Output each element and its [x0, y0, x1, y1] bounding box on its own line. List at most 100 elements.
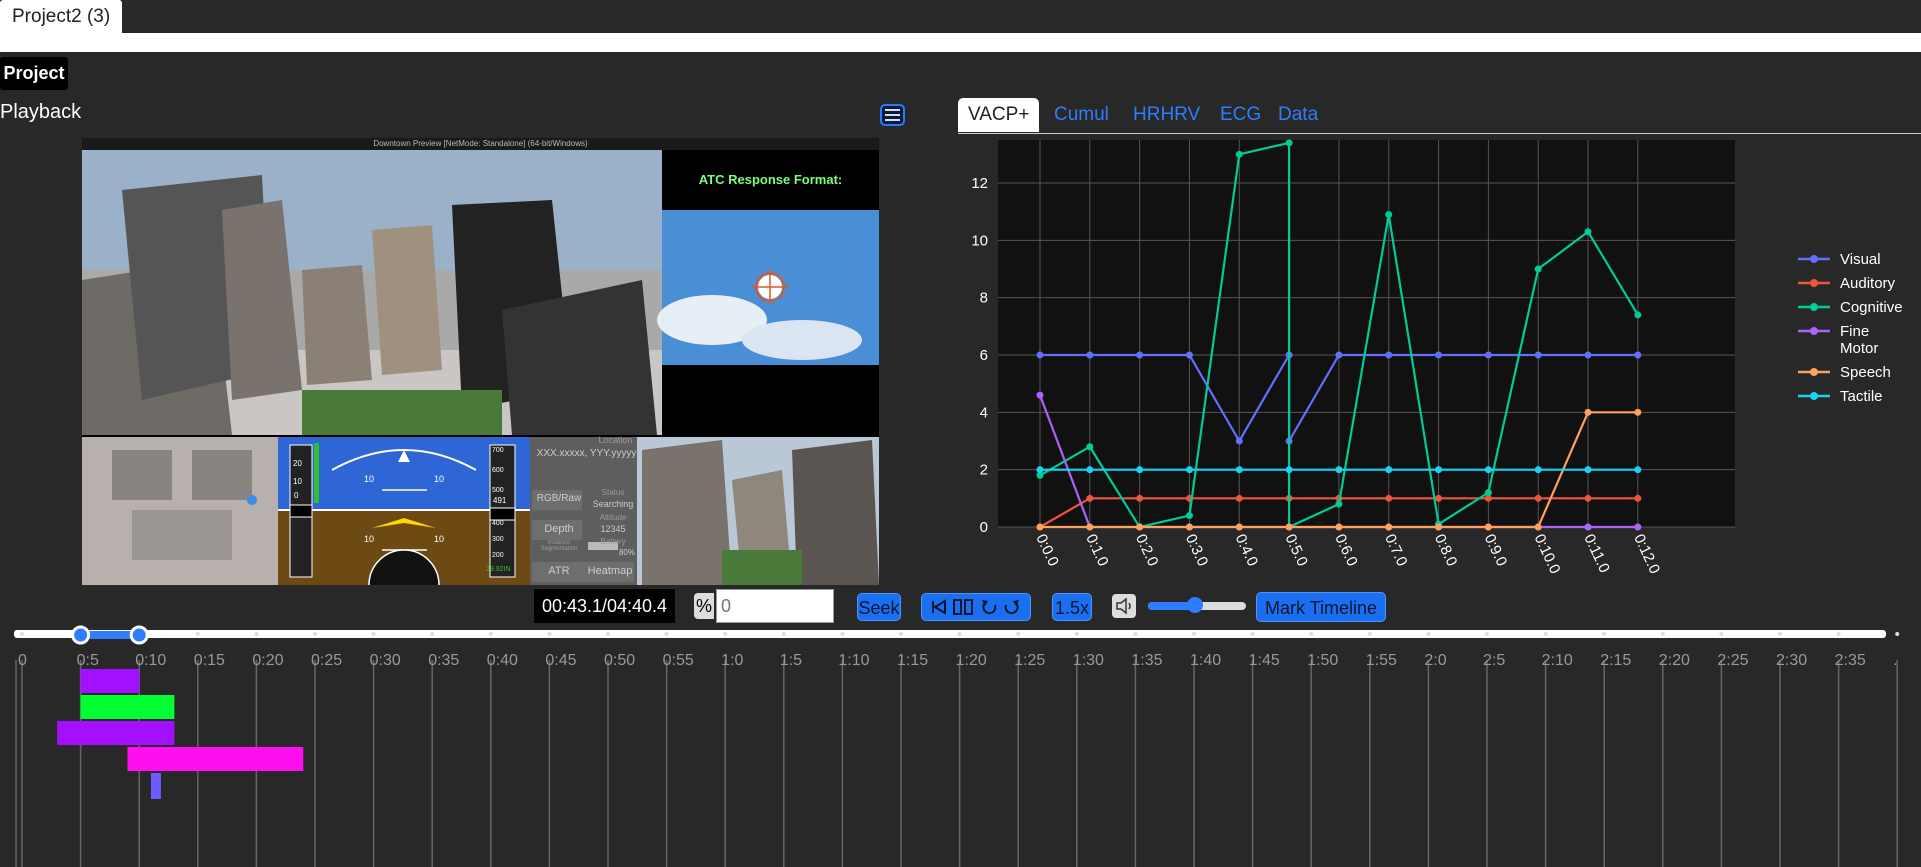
timeline-label: 2:5 — [1483, 652, 1505, 669]
data-point — [1634, 351, 1642, 359]
tab-ecg[interactable]: ECG — [1220, 98, 1261, 132]
timeline-event-bar[interactable] — [150, 773, 161, 799]
data-point — [1235, 523, 1243, 531]
timeline-tick-dot — [1485, 632, 1489, 636]
hud-battery-label: Battery — [600, 537, 626, 546]
timeline-event-bar[interactable] — [80, 669, 140, 693]
hud-altitude-value: 12345 — [600, 524, 626, 534]
speaker-icon[interactable] — [1112, 594, 1136, 618]
timeline-tick-dot — [1543, 632, 1548, 636]
data-point — [1235, 150, 1243, 158]
x-tick-label: 0:1.0 — [1082, 532, 1112, 569]
tab-vacp[interactable]: VACP+ — [958, 98, 1040, 132]
data-point — [1086, 351, 1094, 359]
pfd-baro: 29.92IN — [486, 566, 511, 573]
selection-handle[interactable] — [71, 625, 91, 645]
timeline-event-bar[interactable] — [57, 721, 175, 745]
timeline-label: 0:20 — [252, 652, 283, 669]
playback-nav-group — [921, 593, 1031, 621]
seek-input[interactable] — [716, 589, 834, 623]
rewind-icon[interactable] — [980, 598, 998, 616]
data-point — [1584, 228, 1592, 236]
volume-thumb[interactable] — [1187, 597, 1203, 613]
data-point — [1335, 466, 1343, 474]
timeline-label: 2:25 — [1717, 652, 1748, 669]
timeline-label: 1:20 — [956, 652, 987, 669]
hud-segmentation-button[interactable]: Instance Segmentation — [534, 540, 584, 552]
data-point — [1534, 466, 1542, 474]
x-tick-label: 0:7.0 — [1381, 532, 1411, 569]
time-display: 00:43.1/04:40.4 — [534, 589, 675, 623]
tab-project2[interactable]: Project2 (3) — [0, 0, 123, 33]
legend-label: Cognitive — [1840, 299, 1903, 316]
legend-marker — [1810, 327, 1818, 335]
data-point — [1285, 139, 1293, 147]
data-point — [1335, 523, 1343, 531]
hud-rgb-raw-button[interactable]: RGB/Raw — [534, 493, 584, 504]
legend-marker — [1810, 279, 1818, 287]
pause-icon[interactable] — [952, 598, 974, 616]
data-point — [1634, 311, 1642, 319]
project-button[interactable]: Project — [0, 57, 68, 90]
mark-timeline-button[interactable]: Mark Timeline — [1256, 592, 1386, 622]
timeline-label: 1:45 — [1249, 652, 1280, 669]
video-player[interactable]: Downtown Preview [NetMode: Standalone] (… — [82, 138, 879, 585]
legend-label: Auditory — [1840, 275, 1896, 292]
data-point — [1435, 494, 1443, 502]
data-point — [1036, 391, 1044, 399]
data-point — [1484, 466, 1492, 474]
timeline-label: 1:25 — [1014, 652, 1045, 669]
timeline-event-bar[interactable] — [127, 747, 304, 771]
vacp-chart[interactable]: 0 2 4 6 8 10 12 0:0.0 0:1.0 0:2.0 0:3.0 0:4.0 0:5.0 0… — [958, 134, 1921, 584]
data-point — [1634, 523, 1642, 531]
timeline-tick-dot — [1895, 632, 1900, 636]
hud-heatmap-button[interactable]: Heatmap — [584, 565, 636, 577]
speed-button[interactable]: 1.5x — [1052, 593, 1092, 621]
timeline-event-bar[interactable] — [80, 695, 175, 719]
forward-icon[interactable] — [1003, 598, 1021, 616]
pfd-pitch-lower-right: 10 — [434, 534, 445, 544]
hud-location-label: Location — [598, 435, 633, 445]
data-point — [1285, 523, 1293, 531]
timeline-track[interactable]: 0 0:5 0:10 0:15 0:20 0:25 0:30 0:35 0:40 0:45 0:50… — [0, 622, 1921, 867]
tab-cumul[interactable]: Cumul — [1054, 98, 1109, 132]
x-tick-label: 0:3.0 — [1182, 532, 1212, 569]
tab-hrhrv[interactable]: HRHRV — [1133, 98, 1200, 132]
legend-marker — [1810, 392, 1818, 400]
timeline-tick-dot — [723, 632, 728, 636]
timeline-tick-dot — [1426, 632, 1431, 636]
pfd-pitch-upper-left: 10 — [364, 474, 375, 484]
data-point — [1435, 466, 1443, 474]
legend-marker — [1810, 255, 1818, 263]
pfd-alt-tick: 600 — [492, 467, 504, 474]
timeline-label: 0:40 — [487, 652, 518, 669]
timeline-label: 2:35 — [1835, 652, 1866, 669]
x-tick-label: 0:0.0 — [1032, 532, 1062, 569]
data-point — [1584, 494, 1592, 502]
tab-data[interactable]: Data — [1278, 98, 1318, 132]
data-point — [1484, 351, 1492, 359]
timeline-tick-dot — [371, 632, 376, 636]
selection-handle[interactable] — [129, 625, 149, 645]
hud-depth-button[interactable]: Depth — [534, 523, 584, 535]
data-point — [1235, 466, 1243, 474]
data-point — [1136, 351, 1144, 359]
timeline-tick-dot — [899, 632, 903, 636]
timeline-tick-dot — [430, 632, 435, 636]
timeline-tick-dot — [1367, 632, 1372, 636]
legend-marker — [1810, 368, 1818, 376]
menu-icon[interactable] — [880, 104, 905, 126]
y-tick-label: 6 — [980, 347, 988, 364]
pfd-alt-tick: 200 — [492, 552, 504, 559]
timeline-label: 0:25 — [311, 652, 342, 669]
timeline-tick-dot — [1074, 632, 1079, 636]
timeline-label: 2:15 — [1600, 652, 1631, 669]
hud-atr-button[interactable]: ATR — [534, 565, 584, 577]
data-point — [1385, 494, 1393, 502]
seek-button[interactable]: Seek — [857, 593, 901, 621]
skip-start-icon[interactable] — [931, 598, 947, 616]
x-tick-label: 0:8.0 — [1431, 532, 1461, 569]
data-point — [1534, 265, 1542, 273]
timeline-tick-dot — [1016, 632, 1021, 636]
pfd-alt-tick: 700 — [492, 447, 504, 454]
